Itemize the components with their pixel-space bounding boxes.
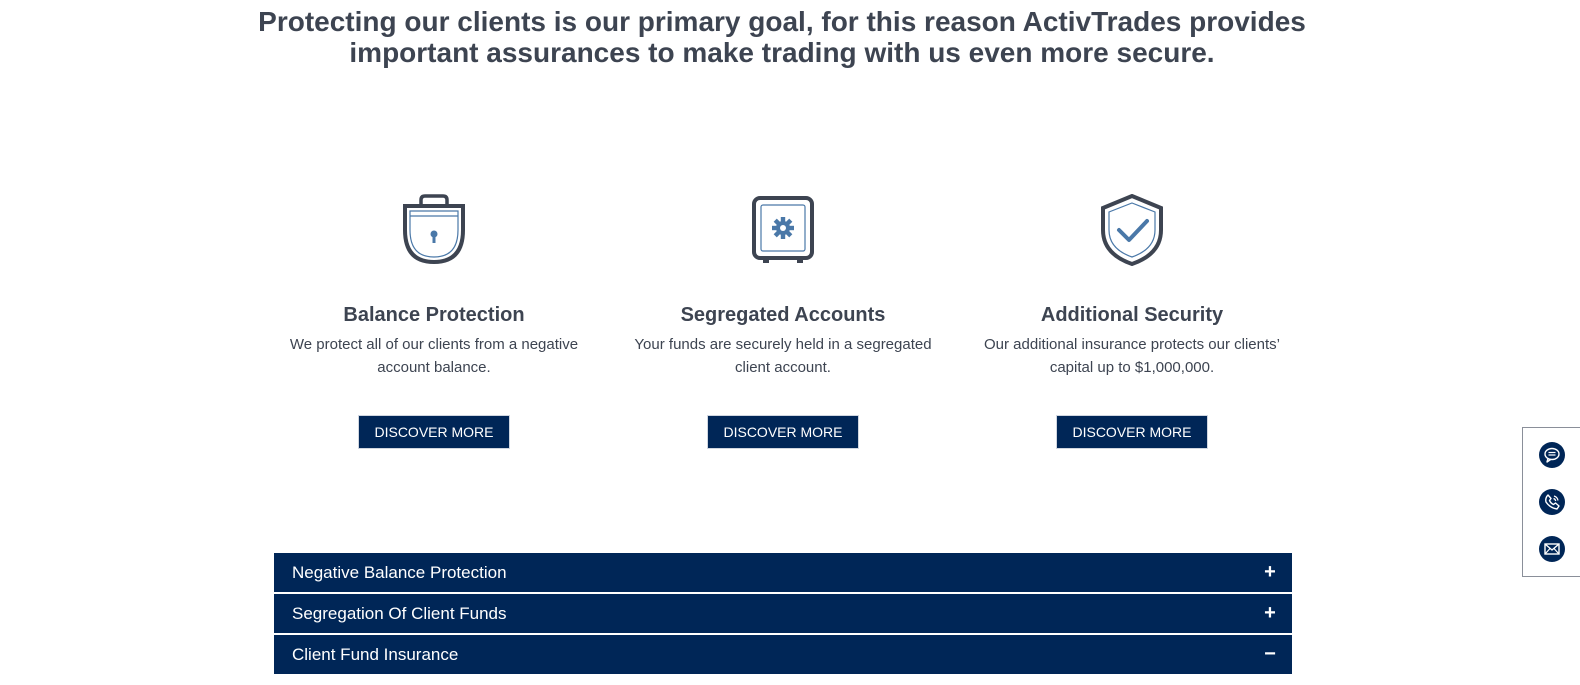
features-row: Balance Protection We protect all of our… (274, 190, 1292, 449)
feature-title: Segregated Accounts (680, 304, 886, 326)
feature-description: We protect all of our clients from a neg… (289, 336, 579, 376)
feature-balance-protection: Balance Protection We protect all of our… (274, 190, 594, 449)
shield-check-icon (1096, 190, 1168, 270)
collapse-minus-icon[interactable]: − (1262, 643, 1278, 666)
chat-icon[interactable] (1538, 442, 1565, 469)
safe-icon (747, 190, 819, 270)
discover-more-button[interactable]: DISCOVER MORE (358, 415, 510, 449)
feature-description: Our additional insurance protects our cl… (984, 336, 1280, 376)
accordion-label: Negative Balance Protection (292, 562, 507, 582)
feature-title: Additional Security (1040, 304, 1224, 326)
accordion-item-segregation-of-client-funds[interactable]: Segregation Of Client Funds + (274, 594, 1292, 633)
expand-plus-icon[interactable]: + (1262, 561, 1278, 584)
accordion-item-client-fund-insurance[interactable]: Client Fund Insurance − (274, 635, 1292, 674)
mail-icon[interactable] (1538, 535, 1565, 562)
feature-additional-security: Additional Security Our additional insur… (972, 190, 1292, 449)
discover-more-button[interactable]: DISCOVER MORE (1056, 415, 1208, 449)
padlock-icon (398, 190, 470, 270)
contact-side-widget (1522, 427, 1580, 577)
expand-plus-icon[interactable]: + (1262, 602, 1278, 625)
accordion-label: Segregation Of Client Funds (292, 603, 507, 623)
discover-more-button[interactable]: DISCOVER MORE (707, 415, 859, 449)
accordion-item-negative-balance-protection[interactable]: Negative Balance Protection + (274, 553, 1292, 592)
feature-description: Your funds are securely held in a segreg… (634, 336, 932, 376)
feature-title: Balance Protection (343, 304, 525, 326)
feature-segregated-accounts: Segregated Accounts Your funds are secur… (623, 190, 943, 449)
page-headline: Protecting our clients is our primary go… (258, 6, 1306, 68)
page: Protecting our clients is our primary go… (0, 0, 1580, 685)
accordion: Negative Balance Protection + Segregatio… (274, 553, 1292, 676)
phone-icon[interactable] (1538, 488, 1565, 515)
accordion-label: Client Fund Insurance (292, 644, 459, 664)
